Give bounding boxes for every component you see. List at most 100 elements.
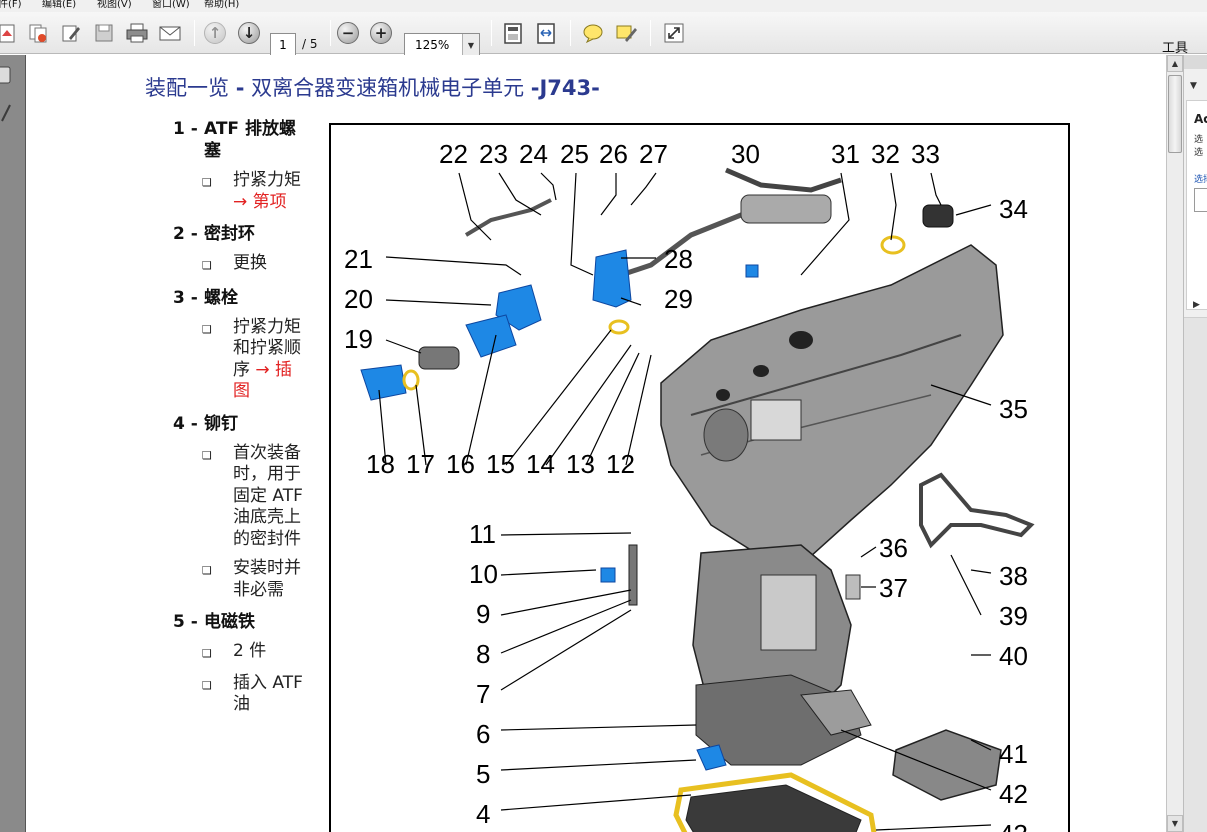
menu-edit[interactable]: 编辑(E) bbox=[42, 0, 76, 10]
bullet-icon: ❑ bbox=[202, 448, 212, 462]
title-dash: - bbox=[235, 76, 245, 100]
solenoid-34 bbox=[922, 204, 954, 228]
sub-item: ❑ 插入 ATF 油 bbox=[173, 673, 313, 716]
tools-button[interactable]: 工具 bbox=[1162, 37, 1188, 56]
comment-button[interactable] bbox=[580, 20, 606, 46]
list-item: 2 - 密封环 ❑ 更换 bbox=[173, 223, 313, 277]
callout-34: 34 bbox=[999, 194, 1028, 224]
scroll-up-icon[interactable]: ▲ bbox=[1167, 55, 1183, 72]
fit-page-button[interactable] bbox=[500, 20, 526, 46]
fullscreen-button[interactable] bbox=[661, 20, 687, 46]
tools-card-field[interactable] bbox=[1194, 188, 1207, 212]
title-code: -J743- bbox=[530, 76, 600, 100]
tools-card-link[interactable]: 选择 bbox=[1194, 172, 1207, 185]
highlight-button[interactable] bbox=[613, 20, 639, 46]
chevron-right-icon[interactable]: ▶ bbox=[1193, 300, 1200, 310]
cross-reference-link[interactable]: → 第项 bbox=[233, 192, 287, 212]
zoom-out-button[interactable]: − bbox=[335, 20, 361, 46]
zoom-in-button[interactable]: + bbox=[368, 20, 394, 46]
callout-23: 23 bbox=[479, 139, 508, 169]
bullet-icon: ❑ bbox=[202, 678, 212, 692]
vertical-scrollbar[interactable]: ▲ ▼ bbox=[1166, 55, 1183, 832]
bullet-icon: ❑ bbox=[202, 322, 212, 336]
callout-13: 13 bbox=[566, 449, 595, 479]
callout-22: 22 bbox=[439, 139, 468, 169]
tools-pane: ▼ Ac 选 选 选择 ▶ bbox=[1183, 55, 1207, 832]
scrollbar-thumb[interactable] bbox=[1168, 75, 1182, 153]
cylinder-37 bbox=[845, 574, 861, 600]
item-label: 密封环 bbox=[204, 224, 255, 244]
document-view[interactable]: 装配一览 - 双离合器变速箱机械电子单元 -J743- 1 - ATF 排放螺塞 … bbox=[27, 55, 1166, 832]
print-icon bbox=[126, 23, 148, 43]
fit-page-icon bbox=[504, 23, 522, 44]
fit-width-button[interactable] bbox=[533, 20, 559, 46]
callout-32: 32 bbox=[871, 139, 900, 169]
menu-view[interactable]: 视图(V) bbox=[97, 0, 132, 10]
page-number-input[interactable]: 1 bbox=[270, 33, 296, 57]
item-label: 铆钉 bbox=[204, 413, 238, 434]
toolbar-separator bbox=[650, 20, 651, 46]
menu-file[interactable]: 件(F) bbox=[0, 0, 22, 10]
plug-31 bbox=[745, 264, 759, 278]
callout-30: 30 bbox=[731, 139, 760, 169]
sub-item-text: 插入 ATF 油 bbox=[233, 672, 303, 715]
zoom-in-icon: + bbox=[370, 22, 392, 44]
chevron-down-icon[interactable]: ▼ bbox=[1190, 81, 1197, 91]
callout-29: 29 bbox=[664, 284, 693, 314]
tools-card-text: 选 bbox=[1194, 148, 1204, 158]
o-ring bbox=[608, 319, 630, 335]
scroll-down-icon[interactable]: ▼ bbox=[1167, 815, 1183, 832]
item-number: 4 - bbox=[173, 413, 198, 434]
blue-bracket bbox=[600, 567, 616, 583]
callout-27: 27 bbox=[639, 139, 668, 169]
diagram-canvas: 22 23 24 25 26 27 30 31 32 33 21 20 19 1… bbox=[344, 139, 1035, 832]
menu-window[interactable]: 窗口(W) bbox=[152, 0, 190, 10]
page-number-value: 1 bbox=[279, 38, 287, 52]
callout-16: 16 bbox=[446, 449, 475, 479]
callout-17: 17 bbox=[406, 449, 435, 479]
chevron-down-icon[interactable]: ▼ bbox=[462, 34, 479, 56]
next-page-button[interactable]: ↓ bbox=[236, 20, 262, 46]
callout-7: 7 bbox=[476, 679, 490, 709]
bullet-icon: ❑ bbox=[202, 176, 212, 189]
previous-page-button[interactable]: ↑ bbox=[202, 20, 228, 46]
callout-18: 18 bbox=[366, 449, 395, 479]
menu-help[interactable]: 帮助(H) bbox=[204, 0, 239, 10]
title-main: 双离合器变速箱机械电子单元 bbox=[251, 76, 525, 100]
zoom-value: 125% bbox=[415, 38, 450, 52]
bullet-icon: ❑ bbox=[202, 647, 212, 660]
next-page-icon: ↓ bbox=[238, 22, 260, 44]
hose-30 bbox=[725, 167, 842, 193]
callout-35: 35 bbox=[999, 394, 1028, 424]
callout-12: 12 bbox=[606, 449, 635, 479]
print-button[interactable] bbox=[124, 20, 150, 46]
email-button[interactable] bbox=[157, 20, 183, 46]
create-pdf-button[interactable] bbox=[0, 20, 20, 46]
item-label: ATF 排放螺塞 bbox=[204, 119, 296, 161]
tools-card-title: Ac bbox=[1194, 112, 1207, 126]
callout-20: 20 bbox=[344, 284, 373, 314]
bullet-icon: ❑ bbox=[202, 259, 212, 272]
title-prefix: 装配一览 bbox=[145, 76, 229, 100]
callout-9: 9 bbox=[476, 599, 490, 629]
callout-19: 19 bbox=[344, 324, 373, 354]
sub-item: ❑ 首次装备时，用于固定 ATF 油底壳上的密封件 bbox=[173, 443, 313, 551]
attachments-panel-button[interactable] bbox=[0, 99, 14, 125]
combine-button[interactable] bbox=[25, 20, 51, 46]
sign-button[interactable] bbox=[58, 20, 84, 46]
callout-15: 15 bbox=[486, 449, 515, 479]
save-button[interactable] bbox=[91, 20, 117, 46]
sub-item-text: 安装时并非必需 bbox=[233, 558, 301, 600]
callout-40: 40 bbox=[999, 641, 1028, 671]
sub-item: ❑ 拧紧力矩 → 第项 bbox=[173, 170, 313, 213]
sub-item-text: 首次装备时，用于固定 ATF 油底壳上的密封件 bbox=[233, 442, 303, 549]
callout-26: 26 bbox=[599, 139, 628, 169]
blue-pump-part bbox=[360, 364, 407, 401]
sub-item: ❑ 2 件 bbox=[173, 641, 313, 665]
pages-panel-button[interactable] bbox=[0, 63, 14, 89]
zoom-select[interactable]: 125% ▼ bbox=[404, 33, 480, 57]
menu-bar: 件(F) 编辑(E) 视图(V) 窗口(W) 帮助(H) bbox=[0, 0, 1207, 12]
callout-28: 28 bbox=[664, 244, 693, 274]
oil-pan bbox=[685, 784, 862, 832]
paperclip-icon bbox=[1, 104, 11, 122]
